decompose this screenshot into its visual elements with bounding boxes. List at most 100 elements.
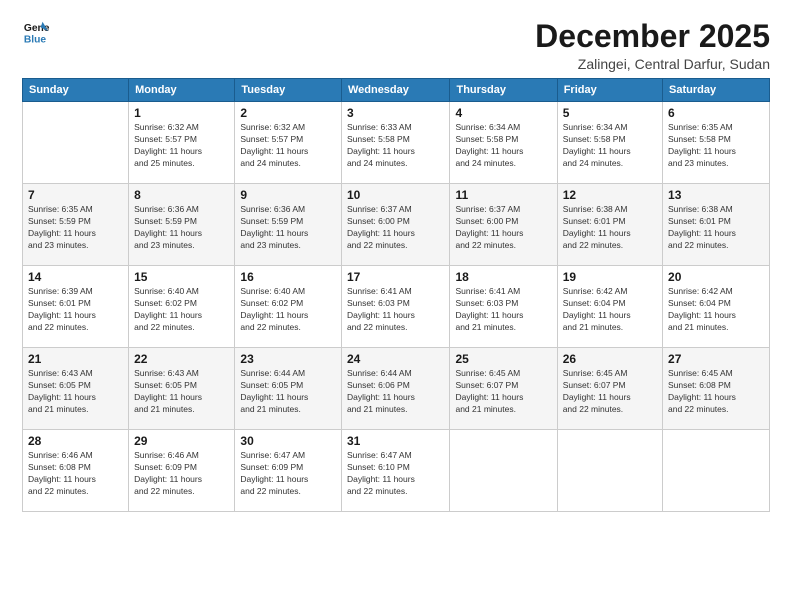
day-info: Sunrise: 6:32 AMSunset: 5:57 PMDaylight:…	[134, 122, 229, 170]
day-number: 8	[134, 188, 229, 202]
table-row: 19 Sunrise: 6:42 AMSunset: 6:04 PMDayligh…	[557, 266, 662, 348]
day-info: Sunrise: 6:45 AMSunset: 6:08 PMDaylight:…	[668, 368, 764, 416]
day-number: 24	[347, 352, 445, 366]
col-tuesday: Tuesday	[235, 79, 342, 102]
day-info: Sunrise: 6:37 AMSunset: 6:00 PMDaylight:…	[455, 204, 551, 252]
day-info: Sunrise: 6:37 AMSunset: 6:00 PMDaylight:…	[347, 204, 445, 252]
day-number: 23	[240, 352, 336, 366]
day-info: Sunrise: 6:32 AMSunset: 5:57 PMDaylight:…	[240, 122, 336, 170]
table-row: 2 Sunrise: 6:32 AMSunset: 5:57 PMDaylight…	[235, 102, 342, 184]
day-number: 16	[240, 270, 336, 284]
table-row: 16 Sunrise: 6:40 AMSunset: 6:02 PMDayligh…	[235, 266, 342, 348]
day-info: Sunrise: 6:40 AMSunset: 6:02 PMDaylight:…	[134, 286, 229, 334]
logo: General Blue	[22, 18, 50, 46]
table-row: 28Sunrise: 6:46 AMSunset: 6:08 PMDayligh…	[23, 430, 129, 512]
day-info: Sunrise: 6:38 AMSunset: 6:01 PMDaylight:…	[668, 204, 764, 252]
day-number: 15	[134, 270, 229, 284]
day-number: 14	[28, 270, 123, 284]
day-number: 6	[668, 106, 764, 120]
table-row: 10 Sunrise: 6:37 AMSunset: 6:00 PMDayligh…	[341, 184, 450, 266]
day-info: Sunrise: 6:41 AMSunset: 6:03 PMDaylight:…	[455, 286, 551, 334]
table-row: 27 Sunrise: 6:45 AMSunset: 6:08 PMDayligh…	[663, 348, 770, 430]
day-number: 11	[455, 188, 551, 202]
day-info: Sunrise: 6:42 AMSunset: 6:04 PMDaylight:…	[563, 286, 657, 334]
day-info: Sunrise: 6:44 AMSunset: 6:06 PMDaylight:…	[347, 368, 445, 416]
day-number: 22	[134, 352, 229, 366]
table-row: 14 Sunrise: 6:39 AMSunset: 6:01 PMDayligh…	[23, 266, 129, 348]
title-block: December 2025 Zalingei, Central Darfur, …	[535, 18, 770, 72]
day-number: 20	[668, 270, 764, 284]
table-row: 26 Sunrise: 6:45 AMSunset: 6:07 PMDayligh…	[557, 348, 662, 430]
col-sunday: Sunday	[23, 79, 129, 102]
table-row: 9 Sunrise: 6:36 AMSunset: 5:59 PMDaylight…	[235, 184, 342, 266]
table-row: 20 Sunrise: 6:42 AMSunset: 6:04 PMDayligh…	[663, 266, 770, 348]
day-number: 2	[240, 106, 336, 120]
day-number: 26	[563, 352, 657, 366]
day-number: 19	[563, 270, 657, 284]
day-number: 10	[347, 188, 445, 202]
day-number: 30	[240, 434, 336, 448]
calendar-week-4: 21 Sunrise: 6:43 AMSunset: 6:05 PMDayligh…	[23, 348, 770, 430]
calendar-week-1: 1 Sunrise: 6:32 AMSunset: 5:57 PMDaylight…	[23, 102, 770, 184]
col-friday: Friday	[557, 79, 662, 102]
svg-text:Blue: Blue	[24, 34, 47, 45]
table-row: 31 Sunrise: 6:47 AMSunset: 6:10 PMDayligh…	[341, 430, 450, 512]
table-row: 8 Sunrise: 6:36 AMSunset: 5:59 PMDaylight…	[129, 184, 235, 266]
day-number: 27	[668, 352, 764, 366]
table-row: 22Sunrise: 6:43 AMSunset: 6:05 PMDayligh…	[129, 348, 235, 430]
table-row: 17Sunrise: 6:41 AMSunset: 6:03 PMDayligh…	[341, 266, 450, 348]
table-row: 21 Sunrise: 6:43 AMSunset: 6:05 PMDayligh…	[23, 348, 129, 430]
day-info: Sunrise: 6:36 AMSunset: 5:59 PMDaylight:…	[134, 204, 229, 252]
day-info: Sunrise: 6:36 AMSunset: 5:59 PMDaylight:…	[240, 204, 336, 252]
col-saturday: Saturday	[663, 79, 770, 102]
table-row: 15 Sunrise: 6:40 AMSunset: 6:02 PMDayligh…	[129, 266, 235, 348]
day-info: Sunrise: 6:34 AMSunset: 5:58 PMDaylight:…	[563, 122, 657, 170]
logo-icon: General Blue	[22, 18, 50, 46]
table-row: 30 Sunrise: 6:47 AMSunset: 6:09 PMDayligh…	[235, 430, 342, 512]
table-row	[663, 430, 770, 512]
location-subtitle: Zalingei, Central Darfur, Sudan	[535, 56, 770, 72]
calendar-week-3: 14 Sunrise: 6:39 AMSunset: 6:01 PMDayligh…	[23, 266, 770, 348]
day-number: 31	[347, 434, 445, 448]
table-row: 25Sunrise: 6:45 AMSunset: 6:07 PMDayligh…	[450, 348, 557, 430]
day-number: 9	[240, 188, 336, 202]
table-row: 5 Sunrise: 6:34 AMSunset: 5:58 PMDaylight…	[557, 102, 662, 184]
table-row: 12Sunrise: 6:38 AMSunset: 6:01 PMDayligh…	[557, 184, 662, 266]
day-info: Sunrise: 6:41 AMSunset: 6:03 PMDaylight:…	[347, 286, 445, 334]
day-info: Sunrise: 6:44 AMSunset: 6:05 PMDaylight:…	[240, 368, 336, 416]
day-number: 4	[455, 106, 551, 120]
table-row: 18Sunrise: 6:41 AMSunset: 6:03 PMDayligh…	[450, 266, 557, 348]
day-info: Sunrise: 6:34 AMSunset: 5:58 PMDaylight:…	[455, 122, 551, 170]
table-row: 13Sunrise: 6:38 AMSunset: 6:01 PMDayligh…	[663, 184, 770, 266]
day-number: 5	[563, 106, 657, 120]
day-info: Sunrise: 6:39 AMSunset: 6:01 PMDaylight:…	[28, 286, 123, 334]
day-info: Sunrise: 6:46 AMSunset: 6:08 PMDaylight:…	[28, 450, 123, 498]
day-info: Sunrise: 6:45 AMSunset: 6:07 PMDaylight:…	[563, 368, 657, 416]
header-row: Sunday Monday Tuesday Wednesday Thursday…	[23, 79, 770, 102]
day-number: 1	[134, 106, 229, 120]
day-info: Sunrise: 6:47 AMSunset: 6:10 PMDaylight:…	[347, 450, 445, 498]
day-info: Sunrise: 6:35 AMSunset: 5:58 PMDaylight:…	[668, 122, 764, 170]
day-info: Sunrise: 6:33 AMSunset: 5:58 PMDaylight:…	[347, 122, 445, 170]
col-wednesday: Wednesday	[341, 79, 450, 102]
col-thursday: Thursday	[450, 79, 557, 102]
table-row: 7 Sunrise: 6:35 AMSunset: 5:59 PMDaylight…	[23, 184, 129, 266]
table-row: 4 Sunrise: 6:34 AMSunset: 5:58 PMDaylight…	[450, 102, 557, 184]
day-info: Sunrise: 6:42 AMSunset: 6:04 PMDaylight:…	[668, 286, 764, 334]
day-number: 7	[28, 188, 123, 202]
table-row: 6 Sunrise: 6:35 AMSunset: 5:58 PMDaylight…	[663, 102, 770, 184]
table-row: 29Sunrise: 6:46 AMSunset: 6:09 PMDayligh…	[129, 430, 235, 512]
day-info: Sunrise: 6:40 AMSunset: 6:02 PMDaylight:…	[240, 286, 336, 334]
day-info: Sunrise: 6:43 AMSunset: 6:05 PMDaylight:…	[28, 368, 123, 416]
table-row: 1 Sunrise: 6:32 AMSunset: 5:57 PMDaylight…	[129, 102, 235, 184]
day-number: 3	[347, 106, 445, 120]
calendar-table: Sunday Monday Tuesday Wednesday Thursday…	[22, 78, 770, 512]
page: General Blue December 2025 Zalingei, Cen…	[0, 0, 792, 612]
day-info: Sunrise: 6:47 AMSunset: 6:09 PMDaylight:…	[240, 450, 336, 498]
day-number: 21	[28, 352, 123, 366]
table-row: 3 Sunrise: 6:33 AMSunset: 5:58 PMDaylight…	[341, 102, 450, 184]
table-row	[23, 102, 129, 184]
day-info: Sunrise: 6:35 AMSunset: 5:59 PMDaylight:…	[28, 204, 123, 252]
col-monday: Monday	[129, 79, 235, 102]
header: General Blue December 2025 Zalingei, Cen…	[22, 18, 770, 72]
